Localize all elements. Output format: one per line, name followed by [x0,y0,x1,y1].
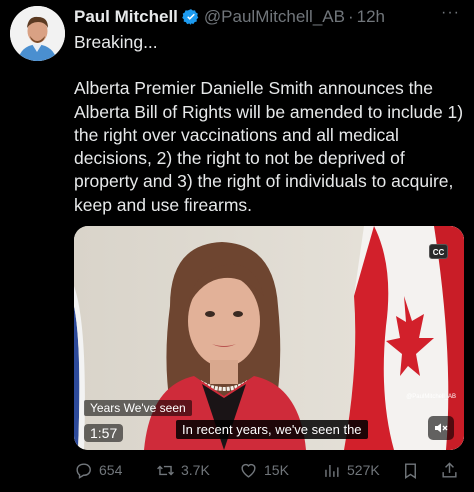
mute-button[interactable] [428,416,454,440]
author-avatar[interactable] [10,6,65,61]
tweet-body: Breaking... Alberta Premier Danielle Smi… [74,31,470,217]
closed-captions-button[interactable]: CC [429,244,448,259]
repost-icon [157,465,174,475]
video-watermark: @PaulMitchell_AB [406,394,456,400]
share-button[interactable] [440,461,459,480]
tweet-text-line1: Breaking... [74,32,158,52]
video-caption-small: Years We've seen [84,400,192,416]
author-name[interactable]: Paul Mitchell [74,7,178,27]
avatar-image [10,6,65,61]
views-button[interactable]: 527K [322,461,380,480]
repost-button[interactable]: 3.7K [156,461,210,480]
heart-icon [241,463,256,478]
muted-speaker-icon [435,423,448,433]
tweet-actions-bar: 654 3.7K 15K 527K [74,456,464,484]
views-count: 527K [347,462,380,478]
video-duration: 1:57 [84,424,124,442]
video-player[interactable]: CC Years We've seen @PaulMitchell_AB 1:5… [74,226,464,450]
header-separator: · [347,7,354,26]
post-timestamp[interactable]: 12h [357,7,385,27]
share-icon [442,461,457,478]
author-handle[interactable]: @PaulMitchell_AB [204,7,345,27]
reply-icon [76,462,91,479]
verified-badge-icon [182,9,199,25]
tweet-text-line2: Alberta Premier Danielle Smith announces… [74,78,464,215]
like-count: 15K [264,462,289,478]
video-caption-main: In recent years, we've seen the [176,420,368,439]
reply-button[interactable]: 654 [74,461,122,480]
like-button[interactable]: 15K [239,461,289,480]
repost-count: 3.7K [181,462,210,478]
reply-count: 654 [99,462,123,478]
video-frame-image [74,226,464,450]
more-options-icon[interactable]: ··· [441,4,460,22]
tweet-header: Paul Mitchell @PaulMitchell_AB · 12h [74,6,464,28]
bar-chart-icon [325,464,339,477]
bookmark-button[interactable] [401,461,420,480]
bookmark-icon [405,462,416,479]
